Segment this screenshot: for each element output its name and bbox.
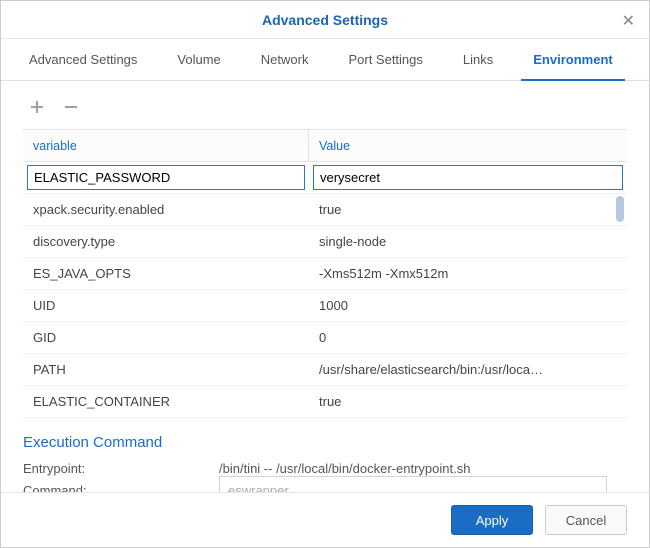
value-cell: true: [309, 386, 627, 417]
table-row[interactable]: ES_JAVA_OPTS-Xms512m -Xmx512m: [23, 258, 627, 290]
value-input[interactable]: [313, 165, 623, 190]
variable-cell: xpack.security.enabled: [23, 194, 309, 225]
column-header-value[interactable]: Value: [309, 130, 627, 161]
table-header: variable Value: [23, 130, 627, 162]
value-cell: /usr/share/elasticsearch/bin:/usr/loca…: [309, 354, 627, 385]
command-row: Command:: [23, 476, 627, 492]
tab-volume[interactable]: Volume: [157, 39, 240, 80]
command-input[interactable]: [219, 476, 607, 492]
tab-network[interactable]: Network: [241, 39, 329, 80]
add-button[interactable]: [27, 97, 47, 117]
scrollbar-thumb[interactable]: [616, 196, 624, 222]
table-row[interactable]: discovery.typesingle-node: [23, 226, 627, 258]
table-row[interactable]: UID1000: [23, 290, 627, 322]
apply-button[interactable]: Apply: [451, 505, 533, 535]
dialog-title: Advanced Settings: [262, 12, 388, 28]
variable-cell: GID: [23, 322, 309, 353]
value-cell: 0: [309, 322, 627, 353]
env-table: variable Value xpack.security.enabledtru…: [23, 129, 627, 418]
variable-cell: ES_JAVA_OPTS: [23, 258, 309, 289]
execution-command-title: Execution Command: [23, 434, 627, 451]
close-icon[interactable]: ✕: [622, 11, 635, 31]
table-row[interactable]: xpack.security.enabledtrue: [23, 194, 627, 226]
value-cell: true: [309, 194, 627, 225]
tab-port-settings[interactable]: Port Settings: [328, 39, 442, 80]
table-row[interactable]: PATH/usr/share/elasticsearch/bin:/usr/lo…: [23, 354, 627, 386]
tab-links[interactable]: Links: [443, 39, 513, 80]
value-cell: -Xms512m -Xmx512m: [309, 258, 627, 289]
content-area: variable Value xpack.security.enabledtru…: [1, 81, 649, 492]
dialog: Advanced Settings ✕ Advanced SettingsVol…: [0, 0, 650, 548]
cancel-button[interactable]: Cancel: [545, 505, 627, 535]
entrypoint-label: Entrypoint:: [23, 461, 219, 476]
table-body: xpack.security.enabledtruediscovery.type…: [23, 162, 627, 418]
table-row[interactable]: ELASTIC_CONTAINERtrue: [23, 386, 627, 418]
titlebar: Advanced Settings ✕: [1, 1, 649, 39]
toolbar: [23, 95, 627, 129]
variable-cell: ELASTIC_CONTAINER: [23, 386, 309, 417]
table-row[interactable]: GID0: [23, 322, 627, 354]
value-cell: 1000: [309, 290, 627, 321]
variable-cell: PATH: [23, 354, 309, 385]
footer: Apply Cancel: [1, 492, 649, 547]
variable-input[interactable]: [27, 165, 305, 190]
command-label: Command:: [23, 483, 219, 493]
tab-advanced-settings[interactable]: Advanced Settings: [9, 39, 157, 80]
table-row[interactable]: [23, 162, 627, 194]
variable-cell: discovery.type: [23, 226, 309, 257]
entrypoint-value: /bin/tini -- /usr/local/bin/docker-entry…: [219, 461, 470, 476]
column-header-variable[interactable]: variable: [23, 130, 309, 161]
value-cell: single-node: [309, 226, 627, 257]
remove-button[interactable]: [61, 97, 81, 117]
variable-cell: UID: [23, 290, 309, 321]
tab-environment[interactable]: Environment: [513, 39, 632, 80]
entrypoint-row: Entrypoint: /bin/tini -- /usr/local/bin/…: [23, 461, 627, 476]
tab-bar: Advanced SettingsVolumeNetworkPort Setti…: [1, 39, 649, 81]
